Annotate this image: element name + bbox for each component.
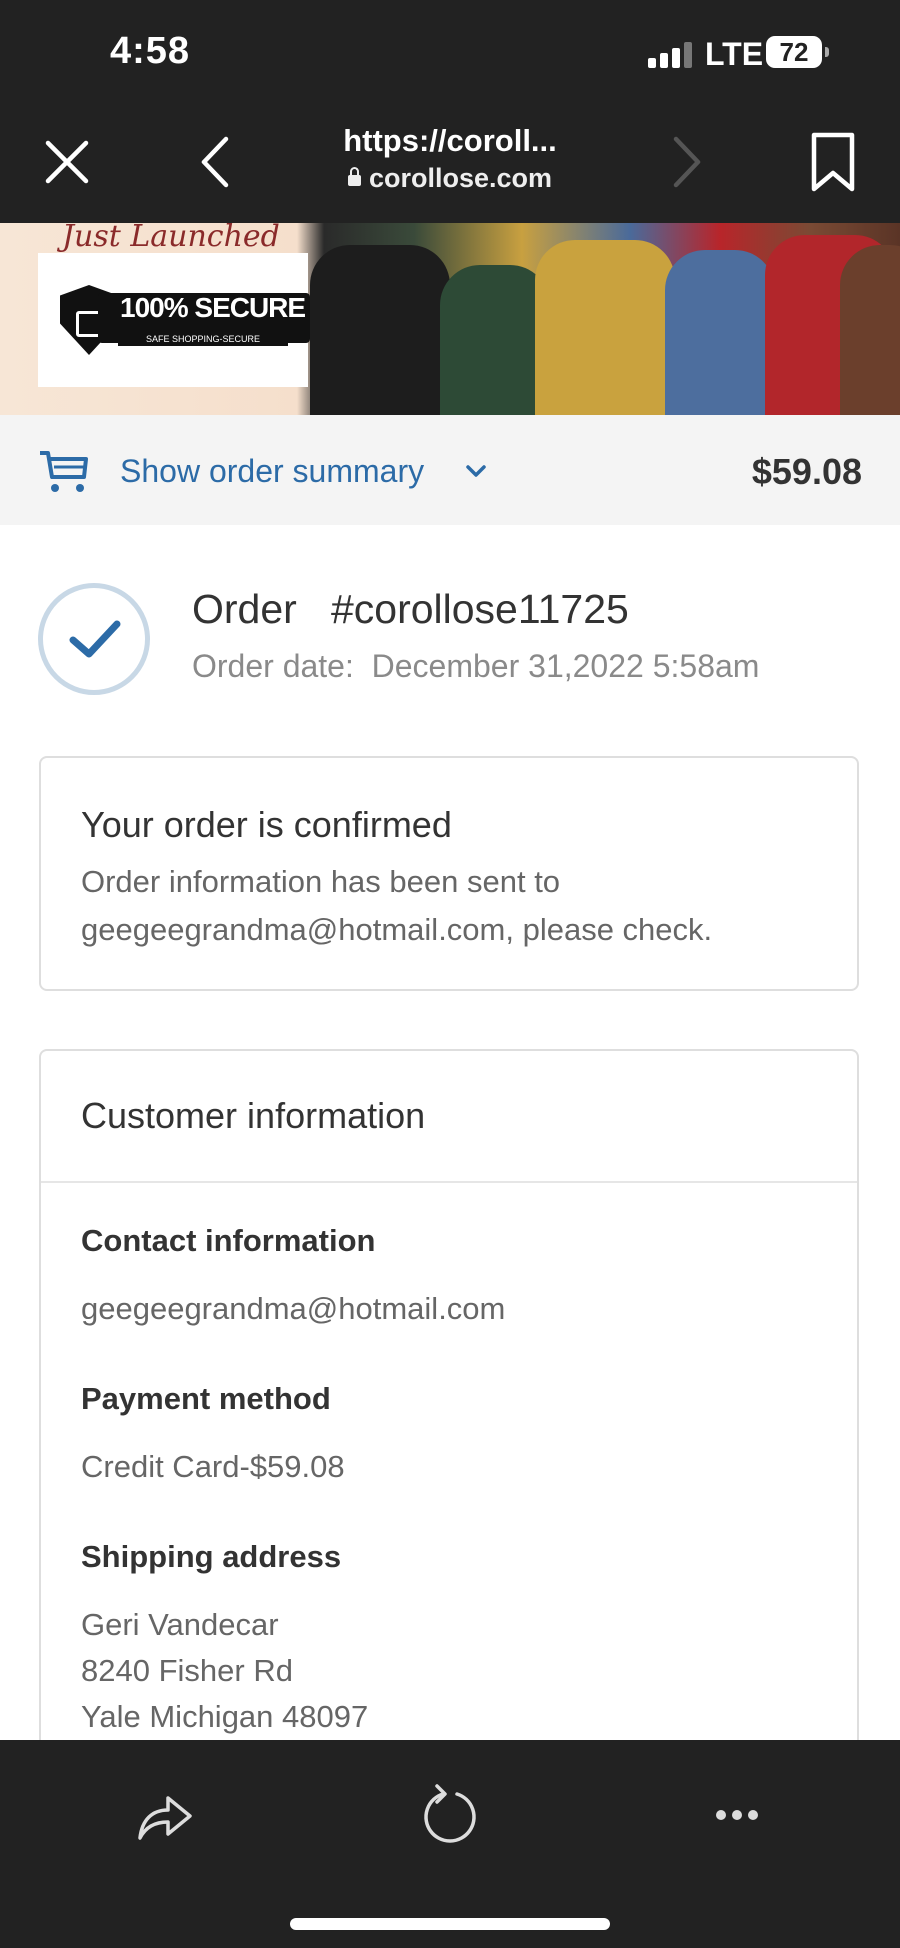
promo-banner[interactable]: Just Launched 100% SECURE SAFE SHOPPING-… [0, 223, 900, 415]
browser-bottom-bar [0, 1740, 900, 1948]
home-indicator[interactable] [290, 1918, 610, 1930]
customer-info-header: Customer information [41, 1051, 857, 1183]
confirmation-text: Order information has been sent to geege… [81, 858, 821, 954]
page-title[interactable]: https://coroll... [0, 123, 900, 159]
address-name: Geri Vandecar [81, 1607, 279, 1642]
payment-value: Credit Card-$59.08 [81, 1449, 345, 1484]
bookmark-icon[interactable] [798, 127, 868, 197]
order-summary-toggle[interactable]: Show order summary $59.08 [0, 415, 900, 525]
payment-label: Payment method [81, 1381, 331, 1416]
banner-script-text: Just Launched [62, 223, 280, 254]
url-domain[interactable]: corollose.com [0, 163, 900, 194]
status-bar: 4:58 LTE 72 [0, 0, 900, 105]
more-icon[interactable] [702, 1780, 772, 1850]
banner-models-image [310, 223, 900, 415]
browser-toolbar: https://coroll... corollose.com [0, 105, 900, 223]
signal-icon [648, 42, 692, 68]
shipping-label: Shipping address [81, 1539, 342, 1574]
network-type: LTE [705, 36, 764, 72]
secure-badge-sub: SAFE SHOPPING-SECURE CHECKOUTS [118, 333, 288, 357]
contact-value: geegeegrandma@hotmail.com [81, 1291, 506, 1326]
address-city: Yale Michigan 48097 [81, 1699, 369, 1734]
order-summary-label[interactable]: Show order summary [120, 453, 424, 490]
reload-icon[interactable] [415, 1780, 485, 1850]
address-street: 8240 Fisher Rd [81, 1653, 293, 1688]
check-icon [38, 583, 150, 695]
order-date: Order date: December 31,2022 5:58am [192, 648, 760, 684]
customer-info-card: Customer information Contact information… [39, 1049, 859, 1789]
order-number: Order #corollose11725 [192, 586, 629, 632]
cart-icon [38, 447, 90, 495]
confirmation-card: Your order is confirmed Order informatio… [39, 756, 859, 991]
battery-icon: 72 [766, 36, 829, 68]
customer-info-title: Customer information [81, 1095, 426, 1136]
confirmation-line-1: Order information has been sent to [81, 864, 561, 899]
chevron-down-icon[interactable] [462, 459, 490, 483]
domain-text: corollose.com [368, 163, 553, 193]
order-total: $59.08 [751, 451, 862, 492]
forward-icon[interactable] [650, 127, 720, 197]
secure-badge: 100% SECURE SAFE SHOPPING-SECURE CHECKOU… [38, 253, 310, 387]
status-time: 4:58 [110, 30, 191, 72]
share-icon[interactable] [128, 1780, 198, 1850]
lock-icon [347, 167, 361, 186]
contact-label: Contact information [81, 1223, 376, 1258]
confirmation-line-2: geegeegrandma@hotmail.com, please check. [81, 912, 713, 947]
confirmation-title: Your order is confirmed [81, 804, 452, 845]
